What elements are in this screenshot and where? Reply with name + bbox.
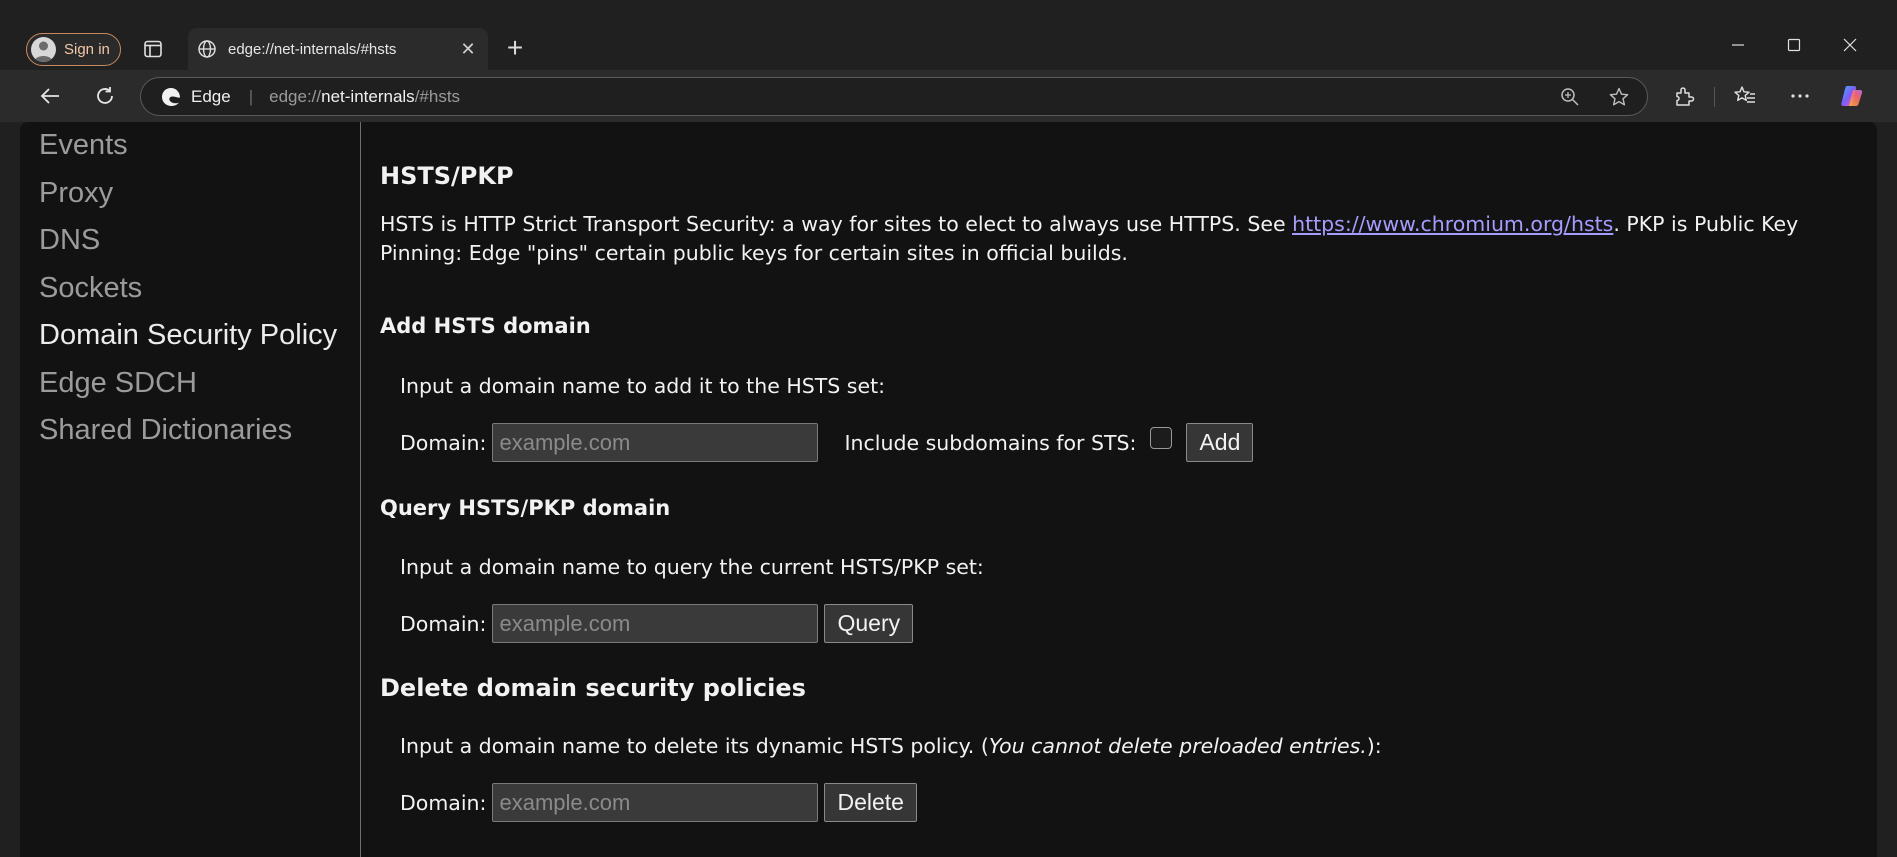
add-domain-input[interactable]: [492, 423, 819, 462]
intro-paragraph: HSTS is HTTP Strict Transport Security: …: [380, 210, 1850, 268]
page-viewport: Events Proxy DNS Sockets Domain Security…: [20, 122, 1877, 857]
sidebar-item-shared-dictionaries[interactable]: Shared Dictionaries: [20, 407, 360, 455]
add-domain-label: Domain:: [400, 430, 487, 455]
sidebar-item-dns[interactable]: DNS: [20, 217, 360, 265]
toolbar-divider: [1714, 87, 1715, 107]
favorites-icon[interactable]: [1731, 82, 1759, 110]
close-window-icon[interactable]: [1830, 30, 1870, 60]
add-hsts-instruction: Input a domain name to add it to the HST…: [400, 374, 886, 398]
add-hsts-form: Domain: Include subdomains for STS: Add: [400, 423, 1254, 462]
delete-domain-input[interactable]: [492, 783, 819, 822]
back-arrow-icon[interactable]: [34, 80, 66, 112]
url-hash: /#hsts: [414, 86, 461, 106]
profile-avatar-icon: [31, 37, 56, 62]
refresh-icon[interactable]: [89, 80, 121, 112]
address-bar[interactable]: Edge | edge://net-internals/#hsts: [140, 77, 1648, 116]
edge-logo-icon: [161, 87, 181, 107]
copilot-icon[interactable]: [1838, 82, 1866, 110]
sidebar-item-proxy[interactable]: Proxy: [20, 170, 360, 218]
delete-instruction-pre: Input a domain name to delete its dynami…: [400, 734, 989, 758]
intro-text-pre: HSTS is HTTP Strict Transport Security: …: [380, 212, 1293, 236]
maximize-icon[interactable]: [1774, 30, 1814, 60]
sign-in-label: Sign in: [64, 41, 110, 58]
sidebar-item-domain-security-policy[interactable]: Domain Security Policy: [20, 312, 360, 360]
delete-button[interactable]: Delete: [824, 783, 917, 822]
hsts-info-link[interactable]: https://www.chromium.org/hsts: [1292, 212, 1613, 236]
include-subdomains-label: Include subdomains for STS:: [844, 430, 1137, 455]
more-options-icon[interactable]: [1786, 82, 1814, 110]
new-tab-button[interactable]: +: [500, 34, 530, 64]
query-domain-label: Domain:: [400, 611, 487, 636]
delete-domain-label: Domain:: [400, 790, 487, 815]
add-hsts-heading: Add HSTS domain: [380, 314, 591, 338]
favorite-star-icon[interactable]: [1608, 86, 1630, 108]
delete-instruction-note: You cannot delete preloaded entries.: [988, 734, 1367, 758]
extensions-icon[interactable]: [1670, 82, 1698, 110]
query-hsts-heading: Query HSTS/PKP domain: [380, 496, 671, 520]
sidebar-item-events[interactable]: Events: [20, 122, 360, 170]
delete-policies-heading: Delete domain security policies: [380, 674, 806, 702]
query-hsts-form: Domain: Query: [400, 604, 914, 643]
hsts-content: HSTS/PKP HSTS is HTTP Strict Transport S…: [380, 122, 1860, 857]
minimize-icon[interactable]: [1718, 30, 1758, 60]
active-tab[interactable]: edge://net-internals/#hsts ✕: [188, 28, 488, 70]
delete-policies-instruction: Input a domain name to delete its dynami…: [400, 734, 1382, 758]
query-hsts-instruction: Input a domain name to query the current…: [400, 555, 984, 579]
title-bar: Sign in edge://net-internals/#hsts ✕ +: [0, 0, 1897, 70]
globe-icon: [196, 38, 218, 60]
omnibox-separator: |: [248, 86, 254, 106]
page-title: HSTS/PKP: [380, 162, 514, 190]
sidebar-item-edge-sdch[interactable]: Edge SDCH: [20, 360, 360, 408]
query-button[interactable]: Query: [824, 604, 914, 643]
zoom-icon[interactable]: [1559, 86, 1581, 108]
net-internals-sidebar: Events Proxy DNS Sockets Domain Security…: [20, 122, 361, 857]
query-domain-input[interactable]: [492, 604, 819, 643]
toolbar: Edge | edge://net-internals/#hsts: [0, 70, 1897, 122]
delete-instruction-post: ):: [1366, 734, 1382, 758]
close-tab-icon[interactable]: ✕: [458, 39, 478, 60]
browser-brand-label: Edge: [191, 86, 231, 106]
sidebar-item-sockets[interactable]: Sockets: [20, 265, 360, 313]
tab-actions-icon[interactable]: [140, 36, 166, 62]
sign-in-button[interactable]: Sign in: [26, 33, 121, 66]
tab-title: edge://net-internals/#hsts: [228, 40, 397, 58]
delete-policies-form: Domain: Delete: [400, 783, 917, 822]
add-button[interactable]: Add: [1186, 423, 1254, 462]
url-host: net-internals: [321, 86, 415, 106]
url-scheme: edge://: [269, 86, 322, 106]
include-subdomains-checkbox[interactable]: [1150, 426, 1173, 449]
